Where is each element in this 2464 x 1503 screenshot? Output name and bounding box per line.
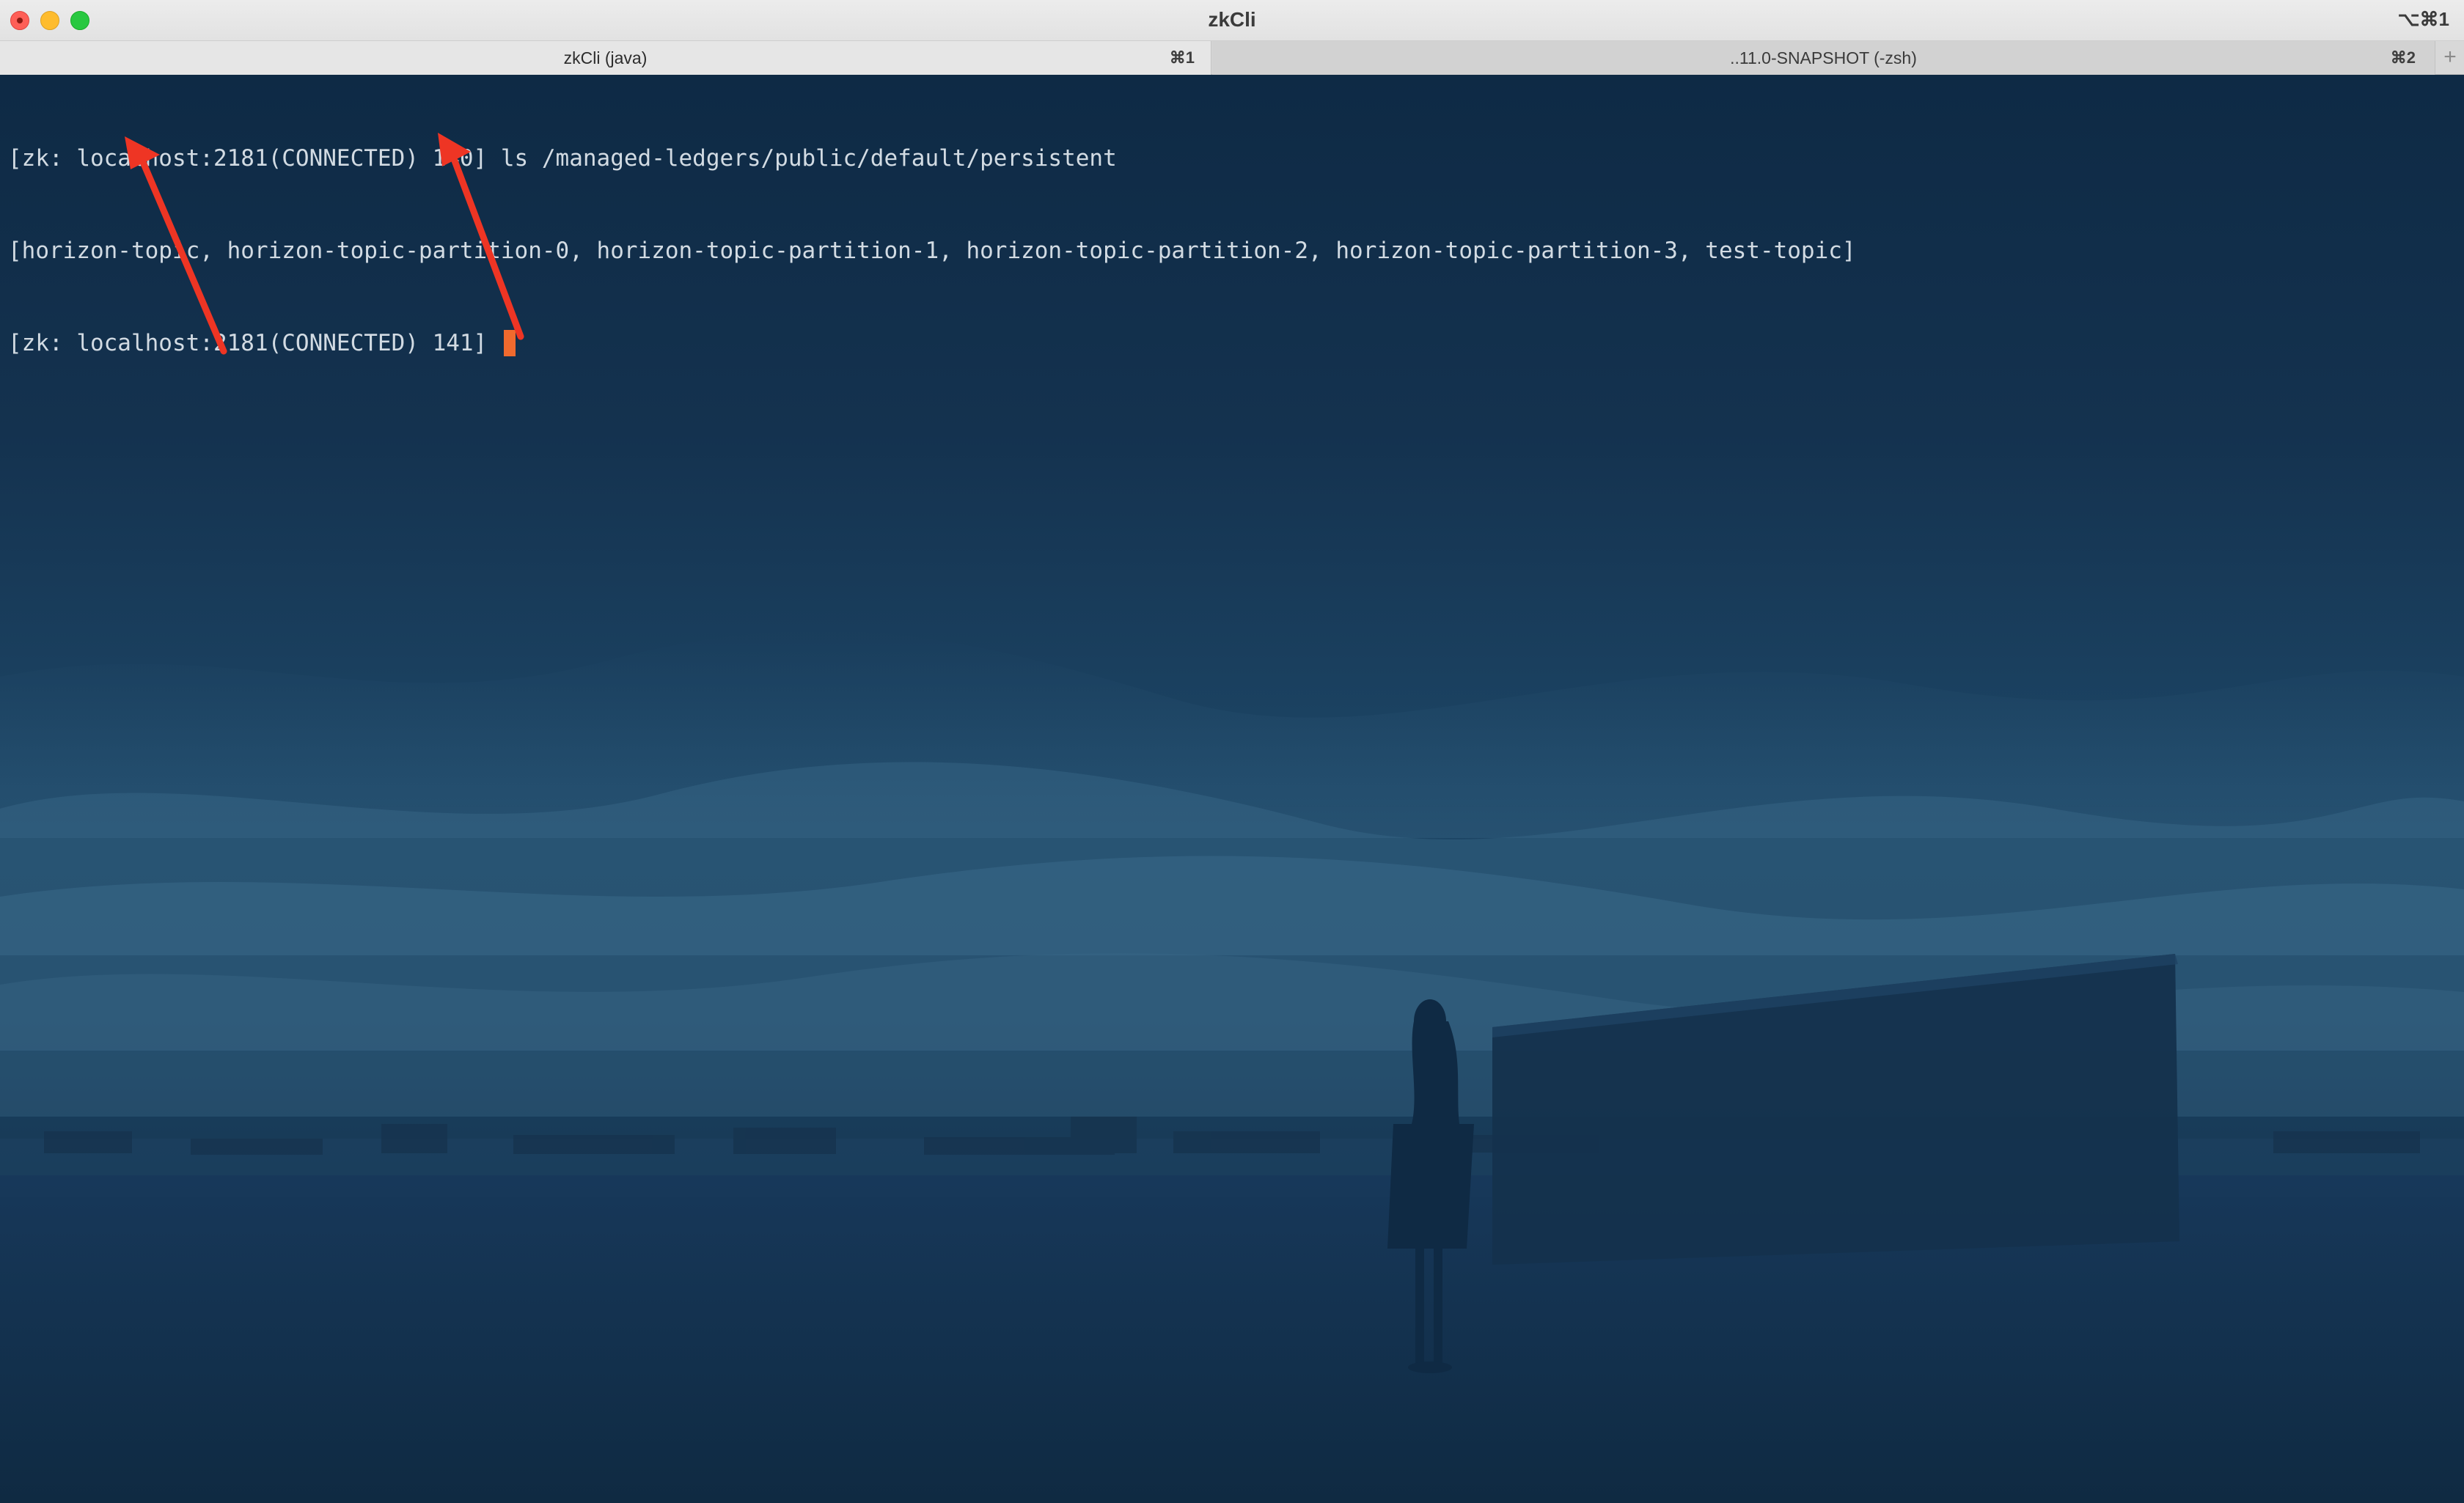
- tab-shortcut: ⌘1: [1169, 48, 1195, 67]
- window-shortcut: ⌥⌘1: [2397, 8, 2449, 30]
- window-title: zkCli: [1208, 8, 1256, 31]
- tab-label: zkCli (java): [563, 48, 648, 67]
- annotation-arrow-2: [438, 133, 524, 340]
- annotation-layer: [125, 133, 524, 355]
- tab-zkcli-java[interactable]: zkCli (java) ⌘1: [0, 41, 1211, 75]
- terminal-window: zkCli ⌥⌘1 zkCli (java) ⌘1 ..11.0-SNAPSHO…: [0, 0, 2464, 1503]
- tab-snapshot-zsh[interactable]: ..11.0-SNAPSHOT (-zsh) ⌘2: [1212, 41, 2435, 75]
- terminal-pane[interactable]: [zk: localhost:2181(CONNECTED) 140] ls /…: [0, 76, 2464, 1503]
- title-bar: zkCli ⌥⌘1: [0, 0, 2464, 41]
- tab-shortcut: ⌘2: [2390, 48, 2416, 67]
- tab-label: ..11.0-SNAPSHOT (-zsh): [1730, 48, 1917, 67]
- new-tab-button[interactable]: +: [2436, 41, 2464, 75]
- tab-bar: zkCli (java) ⌘1 ..11.0-SNAPSHOT (-zsh) ⌘…: [0, 41, 2464, 75]
- annotation-arrow-1: [125, 136, 227, 355]
